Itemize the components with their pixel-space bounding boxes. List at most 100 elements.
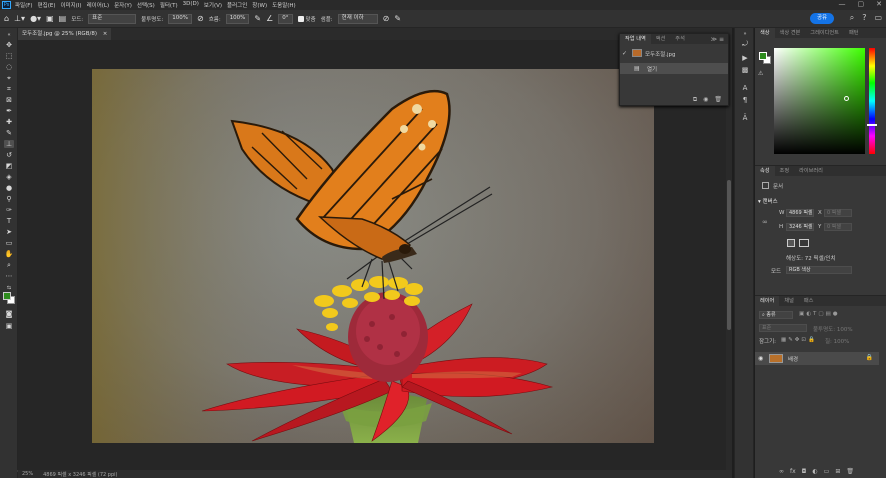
brush-preset-icon[interactable]: ●▾ <box>30 14 41 23</box>
marquee-tool-icon[interactable]: ⬚ <box>4 52 14 60</box>
tab-history[interactable]: 작업 내역 <box>620 34 651 44</box>
shape-tool-icon[interactable]: ▭ <box>4 239 14 247</box>
share-button[interactable]: 공유 <box>810 13 834 24</box>
brush-settings-icon[interactable]: ▣ <box>46 14 54 23</box>
lock-icons[interactable]: ▦✎✥⊡🔒 <box>781 337 817 343</box>
pressure-size-icon[interactable]: ✎ <box>394 14 401 23</box>
layer-filter-dropdown[interactable]: ⌕ 종류 <box>759 311 793 319</box>
pen-tool-icon[interactable]: ✑ <box>4 206 14 214</box>
workspace-icon[interactable]: ▭ <box>874 13 882 23</box>
actions-play-icon[interactable]: ▶ <box>740 54 750 62</box>
opacity-field[interactable]: 100% <box>168 13 192 24</box>
menu-item-7[interactable]: 3D(D) <box>183 1 199 9</box>
tab-channels[interactable]: 채널 <box>779 296 799 306</box>
quick-select-tool-icon[interactable]: ⌖ <box>4 74 14 82</box>
color-mode-dropdown[interactable]: RGB 색상 <box>786 266 852 274</box>
ignore-adjustment-icon[interactable]: ⊘ <box>383 14 390 23</box>
menu-item-6[interactable]: 필터(T) <box>160 1 178 9</box>
glyphs-panel-icon[interactable]: Ä <box>740 114 750 122</box>
layer-name[interactable]: 배경 <box>788 355 798 363</box>
tab-libraries[interactable]: 라이브러리 <box>794 166 828 176</box>
menu-item-3[interactable]: 레이어(L) <box>87 1 110 9</box>
aligned-checkbox[interactable] <box>297 15 304 22</box>
document-image[interactable] <box>92 69 654 443</box>
tab-adjustments[interactable]: 조정 <box>775 166 795 176</box>
hue-slider-handle[interactable] <box>867 124 877 126</box>
tab-color[interactable]: 색상 <box>755 28 775 38</box>
foreground-color-swatch[interactable] <box>3 292 11 300</box>
lasso-tool-icon[interactable]: ◌ <box>4 63 14 71</box>
height-field[interactable]: 3246 픽셀 <box>786 223 814 231</box>
home-icon[interactable]: ⌂ <box>4 14 9 23</box>
brush-tool-icon[interactable]: ✎ <box>4 129 14 137</box>
menu-item-0[interactable]: 파일(F) <box>15 1 33 9</box>
crop-tool-icon[interactable]: ⌗ <box>4 85 14 93</box>
landscape-orientation-icon[interactable] <box>799 239 809 247</box>
path-select-icon[interactable]: ➤ <box>4 228 14 236</box>
new-group-icon[interactable]: ▭ <box>824 468 830 475</box>
swap-colors-icon[interactable]: ⇆ <box>4 284 14 292</box>
link-layers-icon[interactable]: ∞ <box>779 468 784 475</box>
snapshot-label[interactable]: 모두조절.jpg <box>645 50 676 58</box>
blur-tool-icon[interactable]: ● <box>4 184 14 192</box>
clone-stamp-tool-icon[interactable]: ⊥ <box>4 140 14 148</box>
layer-fill[interactable]: 칠: 100% <box>825 337 849 345</box>
document-tab[interactable]: 모두조절.jpg @ 25% (RGB/8) × <box>18 28 112 40</box>
help-icon[interactable]: ? <box>862 13 866 23</box>
airbrush-icon[interactable]: ✎ <box>254 14 261 23</box>
tab-patterns[interactable]: 패턴 <box>844 28 864 38</box>
healing-brush-icon[interactable]: ✚ <box>4 118 14 126</box>
flow-field[interactable]: 100% <box>225 13 250 24</box>
screen-mode-icon[interactable]: ▣ <box>4 322 14 330</box>
portrait-orientation-icon[interactable] <box>787 239 795 247</box>
zoom-level[interactable]: 25% <box>22 471 33 477</box>
sample-dropdown[interactable]: 현재 이하 <box>337 13 378 24</box>
tab-properties[interactable]: 속성 <box>755 166 775 176</box>
comments-icon[interactable]: ▩ <box>740 66 750 74</box>
layer-row-background[interactable]: ◉ 배경 🔒 <box>755 352 879 365</box>
eyedropper-tool-icon[interactable]: ✒ <box>4 107 14 115</box>
color-field[interactable] <box>774 48 865 154</box>
add-mask-icon[interactable]: ◘ <box>802 468 807 475</box>
menu-item-4[interactable]: 문자(Y) <box>114 1 132 9</box>
new-layer-icon[interactable]: ⊞ <box>835 468 840 475</box>
scroll-thumb[interactable] <box>727 180 731 330</box>
color-panel-fg-swatch[interactable] <box>759 52 767 60</box>
close-button[interactable]: ✕ <box>876 0 882 8</box>
link-dimensions-icon[interactable]: ∞ <box>762 218 768 226</box>
y-field[interactable]: 0 픽셀 <box>824 223 852 231</box>
tab-layers[interactable]: 레이어 <box>755 296 780 306</box>
history-panel-icon[interactable]: ⤾ <box>740 40 750 49</box>
layer-style-icon[interactable]: fx <box>790 468 796 475</box>
paint-bucket-icon[interactable]: ◈ <box>4 173 14 181</box>
canvas-section-header[interactable]: ▾ 캔버스 <box>758 197 778 205</box>
paragraph-panel-icon[interactable]: ¶ <box>740 96 750 104</box>
tab-paths[interactable]: 패스 <box>799 296 819 306</box>
aligned-option[interactable]: 맞춤 <box>297 15 316 23</box>
history-brush-icon[interactable]: ↺ <box>4 151 14 159</box>
close-tab-icon[interactable]: × <box>103 31 108 37</box>
hand-tool-icon[interactable]: ✋ <box>4 250 14 258</box>
collapse-panels-icon[interactable]: » <box>740 31 750 37</box>
adjustment-layer-icon[interactable]: ◐ <box>812 468 817 475</box>
move-tool-icon[interactable]: ✥ <box>4 41 14 49</box>
menu-item-1[interactable]: 편집(E) <box>38 1 56 9</box>
pressure-opacity-icon[interactable]: ⊘ <box>197 14 204 23</box>
stamp-tool-icon[interactable]: ⊥▾ <box>14 14 25 23</box>
menu-item-5[interactable]: 선택(S) <box>137 1 155 9</box>
history-brush-source-icon[interactable]: ✓ <box>622 50 627 57</box>
menu-item-8[interactable]: 보기(V) <box>204 1 222 9</box>
snapshot-camera-icon[interactable]: ◉ <box>703 96 708 104</box>
blend-mode-dropdown[interactable]: 표준 <box>759 324 807 332</box>
zoom-tool-icon[interactable]: ⌕ <box>4 261 14 269</box>
new-document-from-state-icon[interactable]: ⧉ <box>693 96 697 104</box>
color-picker-cursor[interactable] <box>844 96 849 101</box>
tab-gradients[interactable]: 그레이디언트 <box>805 28 844 38</box>
tab-swatches[interactable]: 색상 견본 <box>775 28 806 38</box>
trash-icon[interactable]: 🗑 <box>714 96 722 104</box>
toolbar-collapse-icon[interactable]: « <box>4 31 14 39</box>
tab-actions[interactable]: 액션 <box>651 34 671 44</box>
visibility-eye-icon[interactable]: ◉ <box>758 355 763 362</box>
dodge-tool-icon[interactable]: ⚲ <box>4 195 14 203</box>
minimize-button[interactable]: — <box>839 0 846 8</box>
